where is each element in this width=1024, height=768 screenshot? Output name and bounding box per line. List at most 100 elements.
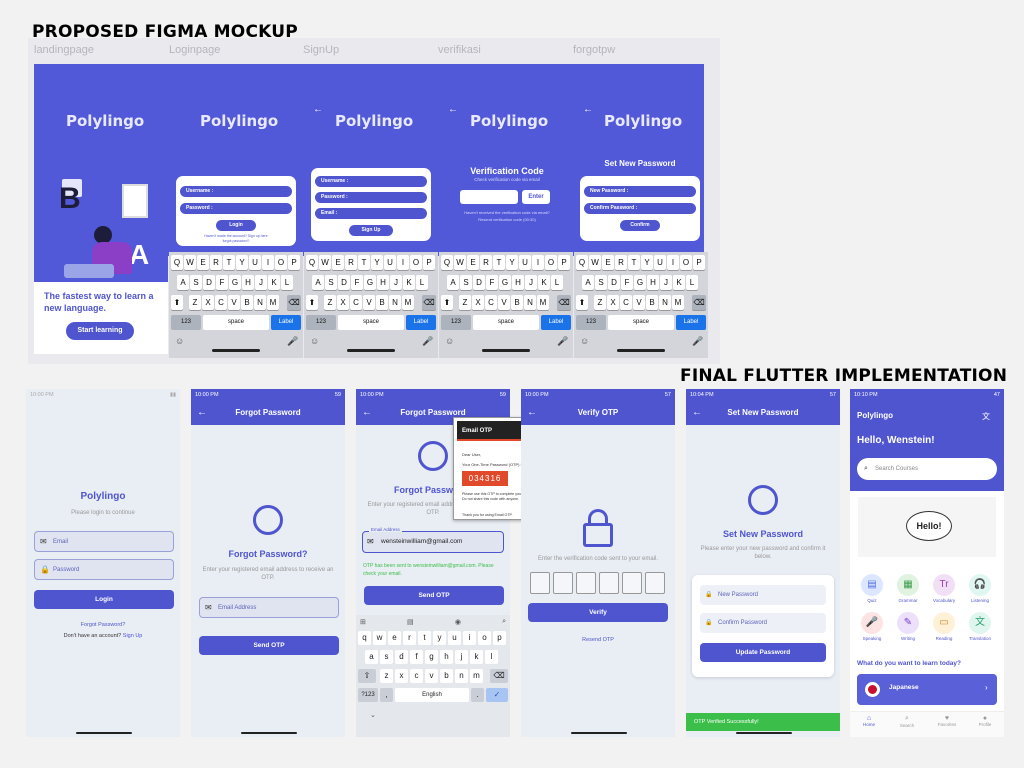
space-key[interactable]: space (203, 315, 269, 330)
confirm-password-field[interactable]: Confirm Password : (584, 203, 696, 214)
tile-listening-icon[interactable]: 🎧 (969, 574, 991, 596)
key-q[interactable]: Q (171, 255, 183, 270)
mic-icon[interactable]: ◉ (455, 618, 461, 626)
code-input[interactable] (460, 190, 518, 204)
key-a[interactable]: A (582, 275, 594, 290)
translate-icon[interactable]: 文 (982, 411, 990, 422)
key-t[interactable]: T (628, 255, 640, 270)
key-a[interactable]: A (177, 275, 189, 290)
key-d[interactable]: D (338, 275, 350, 290)
key-c[interactable]: C (215, 295, 227, 310)
emoji-icon[interactable]: ☺ (310, 336, 319, 346)
key-h[interactable]: H (377, 275, 389, 290)
resend-link[interactable]: Resend verification code (00:30) (440, 217, 574, 222)
shift-key[interactable]: ⇧ (358, 669, 376, 683)
nav-favorites[interactable]: ♥ Favorites (932, 715, 962, 727)
space-key[interactable]: space (608, 315, 674, 330)
key-p[interactable]: P (693, 255, 705, 270)
key-k[interactable]: K (538, 275, 550, 290)
key-h[interactable]: H (647, 275, 659, 290)
numbers-key[interactable]: 123 (171, 315, 201, 330)
key-r[interactable]: R (345, 255, 357, 270)
send-otp-button[interactable]: Send OTP (364, 586, 504, 605)
key-x[interactable]: X (337, 295, 349, 310)
email-input[interactable]: ✉ Email (34, 531, 174, 552)
backspace-key[interactable]: ⌫ (557, 295, 571, 310)
key-o[interactable]: O (545, 255, 557, 270)
tile-speaking-icon[interactable]: 🎤 (861, 612, 883, 634)
key-d[interactable]: D (608, 275, 620, 290)
comma-key[interactable]: , (380, 688, 393, 702)
otp-digit-input[interactable] (553, 572, 573, 594)
key-z[interactable]: z (380, 669, 393, 683)
key-j[interactable]: J (660, 275, 672, 290)
numbers-key[interactable]: 123 (441, 315, 471, 330)
key-v[interactable]: V (363, 295, 375, 310)
key-e[interactable]: E (332, 255, 344, 270)
key-g[interactable]: G (499, 275, 511, 290)
password-field[interactable]: Password : (315, 192, 427, 203)
key-d[interactable]: D (203, 275, 215, 290)
key-n[interactable]: N (254, 295, 266, 310)
key-h[interactable]: H (242, 275, 254, 290)
key-q[interactable]: Q (306, 255, 318, 270)
key-q[interactable]: q (358, 631, 371, 645)
key-a[interactable]: A (312, 275, 324, 290)
mic-icon[interactable]: 🎤 (287, 336, 298, 347)
key-f[interactable]: F (621, 275, 633, 290)
key-s[interactable]: S (190, 275, 202, 290)
key-e[interactable]: E (602, 255, 614, 270)
clipboard-icon[interactable]: ▤ (407, 618, 414, 626)
key-x[interactable]: x (395, 669, 408, 683)
backspace-key[interactable]: ⌫ (490, 669, 508, 683)
key-l[interactable]: L (551, 275, 563, 290)
key-m[interactable]: M (402, 295, 414, 310)
new-password-input[interactable]: 🔒 New Password (700, 585, 826, 605)
label-key[interactable]: Label (271, 315, 301, 330)
confirm-password-input[interactable]: 🔒 Confirm Password (700, 613, 826, 633)
password-field[interactable]: Password : (180, 203, 292, 214)
otp-digit-input[interactable] (576, 572, 596, 594)
key-o[interactable]: O (410, 255, 422, 270)
emoji-icon[interactable]: ☺ (175, 336, 184, 346)
key-i[interactable]: I (397, 255, 409, 270)
key-z[interactable]: Z (459, 295, 471, 310)
key-v[interactable]: V (498, 295, 510, 310)
backspace-key[interactable]: ⌫ (692, 295, 706, 310)
key-u[interactable]: U (249, 255, 261, 270)
key-m[interactable]: M (537, 295, 549, 310)
email-field[interactable]: Email : (315, 208, 427, 219)
mic-icon[interactable]: 🎤 (557, 336, 568, 347)
key-f[interactable]: f (410, 650, 423, 664)
signup-hint[interactable]: Haven't made the account? Sign up here (176, 234, 296, 238)
key-b[interactable]: B (511, 295, 523, 310)
emoji-icon[interactable]: ☺ (580, 336, 589, 346)
key-y[interactable]: Y (641, 255, 653, 270)
otp-digit-input[interactable] (645, 572, 665, 594)
numbers-key[interactable]: 123 (306, 315, 336, 330)
key-l[interactable]: L (281, 275, 293, 290)
back-arrow-icon[interactable]: ← (313, 104, 323, 115)
key-g[interactable]: G (229, 275, 241, 290)
symbols-key[interactable]: ?123 (358, 688, 378, 702)
done-key[interactable]: ✓ (486, 688, 508, 702)
username-field[interactable]: Username : (315, 176, 427, 187)
back-arrow-icon[interactable]: ← (362, 401, 372, 425)
backspace-key[interactable]: ⌫ (422, 295, 436, 310)
space-key[interactable]: space (473, 315, 539, 330)
key-h[interactable]: h (440, 650, 453, 664)
forgot-password-link[interactable]: Forgot Password? (26, 622, 180, 628)
username-field[interactable]: Username : (180, 186, 292, 197)
tile-vocabulary-icon[interactable]: Tr (933, 574, 955, 596)
key-y[interactable]: Y (371, 255, 383, 270)
key-k[interactable]: K (403, 275, 415, 290)
key-v[interactable]: V (228, 295, 240, 310)
key-q[interactable]: Q (576, 255, 588, 270)
forgot-link[interactable]: forgot password? (176, 239, 296, 243)
back-arrow-icon[interactable]: ← (448, 104, 458, 115)
back-arrow-icon[interactable]: ← (527, 401, 537, 425)
back-arrow-icon[interactable]: ← (197, 401, 207, 425)
key-r[interactable]: R (210, 255, 222, 270)
password-input[interactable]: 🔒 Password (34, 559, 174, 580)
key-w[interactable]: W (454, 255, 466, 270)
